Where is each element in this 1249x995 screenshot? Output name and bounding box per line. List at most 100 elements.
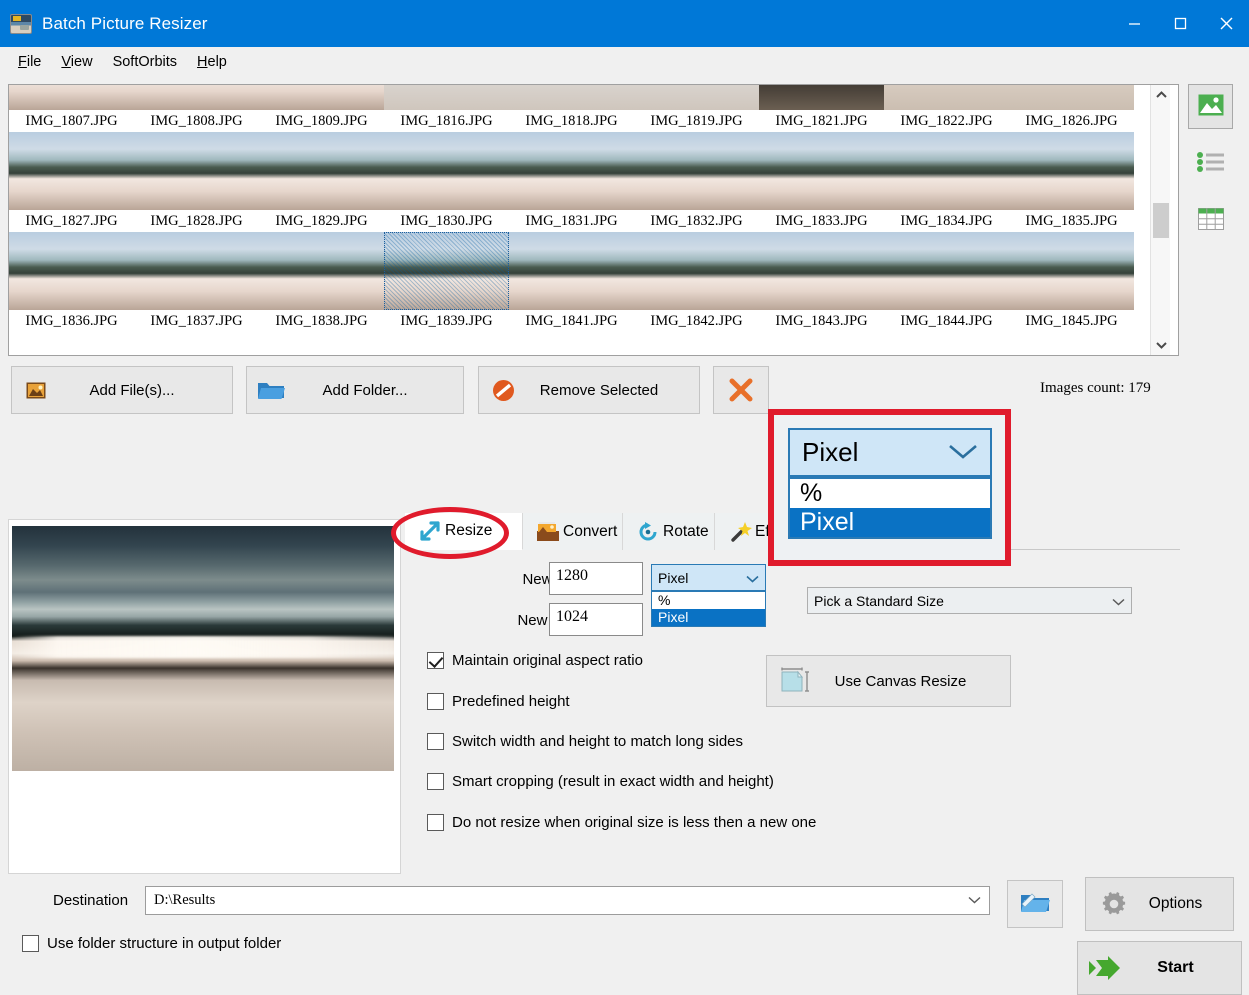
thumbnail-image[interactable] [384,85,509,110]
thumbnail-item[interactable]: IMG_1831.JPG [509,132,634,232]
menu-item-view[interactable]: View [51,51,102,73]
thumbnail-scrollbar[interactable] [1150,85,1170,355]
thumbnail-image[interactable] [759,232,884,310]
thumbnail-item[interactable]: IMG_1830.JPG [384,132,509,232]
thumbnail-image[interactable] [259,232,384,310]
scroll-up-icon[interactable] [1151,85,1171,105]
scroll-down-icon[interactable] [1151,335,1171,355]
smart-cropping-checkbox[interactable] [427,773,444,790]
thumbnail-item[interactable]: IMG_1834.JPG [884,132,1009,232]
thumbnail-image[interactable] [384,132,509,210]
thumbnail-image[interactable] [884,85,1009,110]
checkbox-row-do-not-resize[interactable]: Do not resize when original size is less… [427,814,816,831]
callout-option-percent[interactable]: % [790,479,990,508]
checkbox-row-smart-cropping[interactable]: Smart cropping (result in exact width an… [427,773,774,790]
predefined-height-checkbox[interactable] [427,693,444,710]
scrollbar-thumb[interactable] [1153,203,1169,238]
thumbnail-image[interactable] [134,132,259,210]
checkbox-row-folder-structure[interactable]: Use folder structure in output folder [22,935,281,952]
close-button[interactable] [1203,0,1249,47]
thumbnail-image[interactable] [884,232,1009,310]
menu-item-help[interactable]: Help [187,51,237,73]
thumbnail-image[interactable] [1009,132,1134,210]
thumbnail-item[interactable]: IMG_1816.JPG [384,85,509,132]
callout-combo-box[interactable]: Pixel [788,428,992,477]
thumbnail-item[interactable]: IMG_1845.JPG [1009,232,1134,332]
checkbox-row-aspect-ratio[interactable]: Maintain original aspect ratio [427,652,643,669]
do-not-resize-checkbox[interactable] [427,814,444,831]
chevron-down-icon[interactable] [968,892,981,909]
thumbnail-image[interactable] [259,85,384,110]
thumbnail-item[interactable]: IMG_1838.JPG [259,232,384,332]
thumbnail-image[interactable] [759,132,884,210]
tab-convert[interactable]: Convert [523,513,623,550]
thumbnail-image[interactable] [509,232,634,310]
menu-item-file[interactable]: File [8,51,51,73]
thumbnail-item[interactable]: IMG_1829.JPG [259,132,384,232]
thumbnail-list[interactable]: IMG_1807.JPG IMG_1808.JPG IMG_1809.JPG I… [8,84,1179,356]
thumbnail-image[interactable] [634,85,759,110]
thumbnail-item[interactable]: IMG_1826.JPG [1009,85,1134,132]
maintain-aspect-ratio-checkbox[interactable] [427,652,444,669]
thumbnail-image[interactable] [1009,85,1134,110]
menu-item-softorbits[interactable]: SoftOrbits [103,51,187,73]
options-button[interactable]: Options [1085,877,1234,931]
callout-dropdown-list[interactable]: % Pixel [788,477,992,539]
thumbnail-item[interactable]: IMG_1835.JPG [1009,132,1134,232]
thumbnail-item[interactable]: IMG_1828.JPG [134,132,259,232]
thumbnail-item[interactable]: IMG_1821.JPG [759,85,884,132]
thumbnail-image[interactable] [634,132,759,210]
thumbnail-image[interactable] [9,232,134,310]
tab-resize[interactable]: Resize [405,513,523,550]
thumbnail-item[interactable]: IMG_1842.JPG [634,232,759,332]
use-folder-structure-checkbox[interactable] [22,935,39,952]
thumbnail-image[interactable] [509,85,634,110]
start-button[interactable]: Start [1077,941,1242,995]
use-canvas-resize-button[interactable]: Use Canvas Resize [766,655,1011,707]
thumbnail-item[interactable]: IMG_1809.JPG [259,85,384,132]
standard-size-combo[interactable]: Pick a Standard Size [807,587,1132,614]
thumbnail-item[interactable]: IMG_1818.JPG [509,85,634,132]
unit-option-percent[interactable]: % [652,592,765,609]
thumbnail-item[interactable]: IMG_1832.JPG [634,132,759,232]
clear-all-button[interactable] [713,366,769,414]
thumbnail-item[interactable]: IMG_1819.JPG [634,85,759,132]
thumbnail-item[interactable]: IMG_1833.JPG [759,132,884,232]
tab-rotate[interactable]: Rotate [623,513,715,550]
thumbnail-image[interactable] [134,232,259,310]
thumbnail-item[interactable]: IMG_1841.JPG [509,232,634,332]
thumbnail-image[interactable] [509,132,634,210]
thumbnail-image[interactable] [9,132,134,210]
add-folder-button[interactable]: Add Folder... [246,366,464,414]
maximize-button[interactable] [1157,0,1203,47]
thumbnail-item[interactable]: IMG_1843.JPG [759,232,884,332]
thumbnail-image[interactable] [1009,232,1134,310]
destination-input[interactable]: D:\Results [145,886,990,915]
list-view-button[interactable] [1188,141,1233,186]
add-files-button[interactable]: Add File(s)... [11,366,233,414]
unit-combo-box[interactable]: Pixel [651,564,766,591]
table-view-button[interactable] [1188,198,1233,243]
remove-selected-button[interactable]: Remove Selected [478,366,700,414]
thumbnail-image[interactable] [884,132,1009,210]
thumbnail-view-button[interactable] [1188,84,1233,129]
thumbnail-image[interactable] [259,132,384,210]
minimize-button[interactable] [1111,0,1157,47]
new-width-input[interactable]: 1280 [549,562,643,595]
thumbnail-item[interactable]: IMG_1822.JPG [884,85,1009,132]
switch-width-height-checkbox[interactable] [427,733,444,750]
thumbnail-item[interactable]: IMG_1827.JPG [9,132,134,232]
thumbnail-image[interactable] [759,85,884,110]
checkbox-row-switch-wh[interactable]: Switch width and height to match long si… [427,733,743,750]
checkbox-row-predefined-height[interactable]: Predefined height [427,693,570,710]
thumbnail-image[interactable] [634,232,759,310]
thumbnail-image[interactable] [134,85,259,110]
thumbnail-image[interactable] [9,85,134,110]
thumbnail-item-selected[interactable]: IMG_1839.JPG [384,232,509,332]
callout-option-pixel[interactable]: Pixel [790,508,990,537]
unit-option-pixel[interactable]: Pixel [652,609,765,626]
thumbnail-item[interactable]: IMG_1844.JPG [884,232,1009,332]
thumbnail-item[interactable]: IMG_1808.JPG [134,85,259,132]
thumbnail-item[interactable]: IMG_1837.JPG [134,232,259,332]
thumbnail-item[interactable]: IMG_1807.JPG [9,85,134,132]
